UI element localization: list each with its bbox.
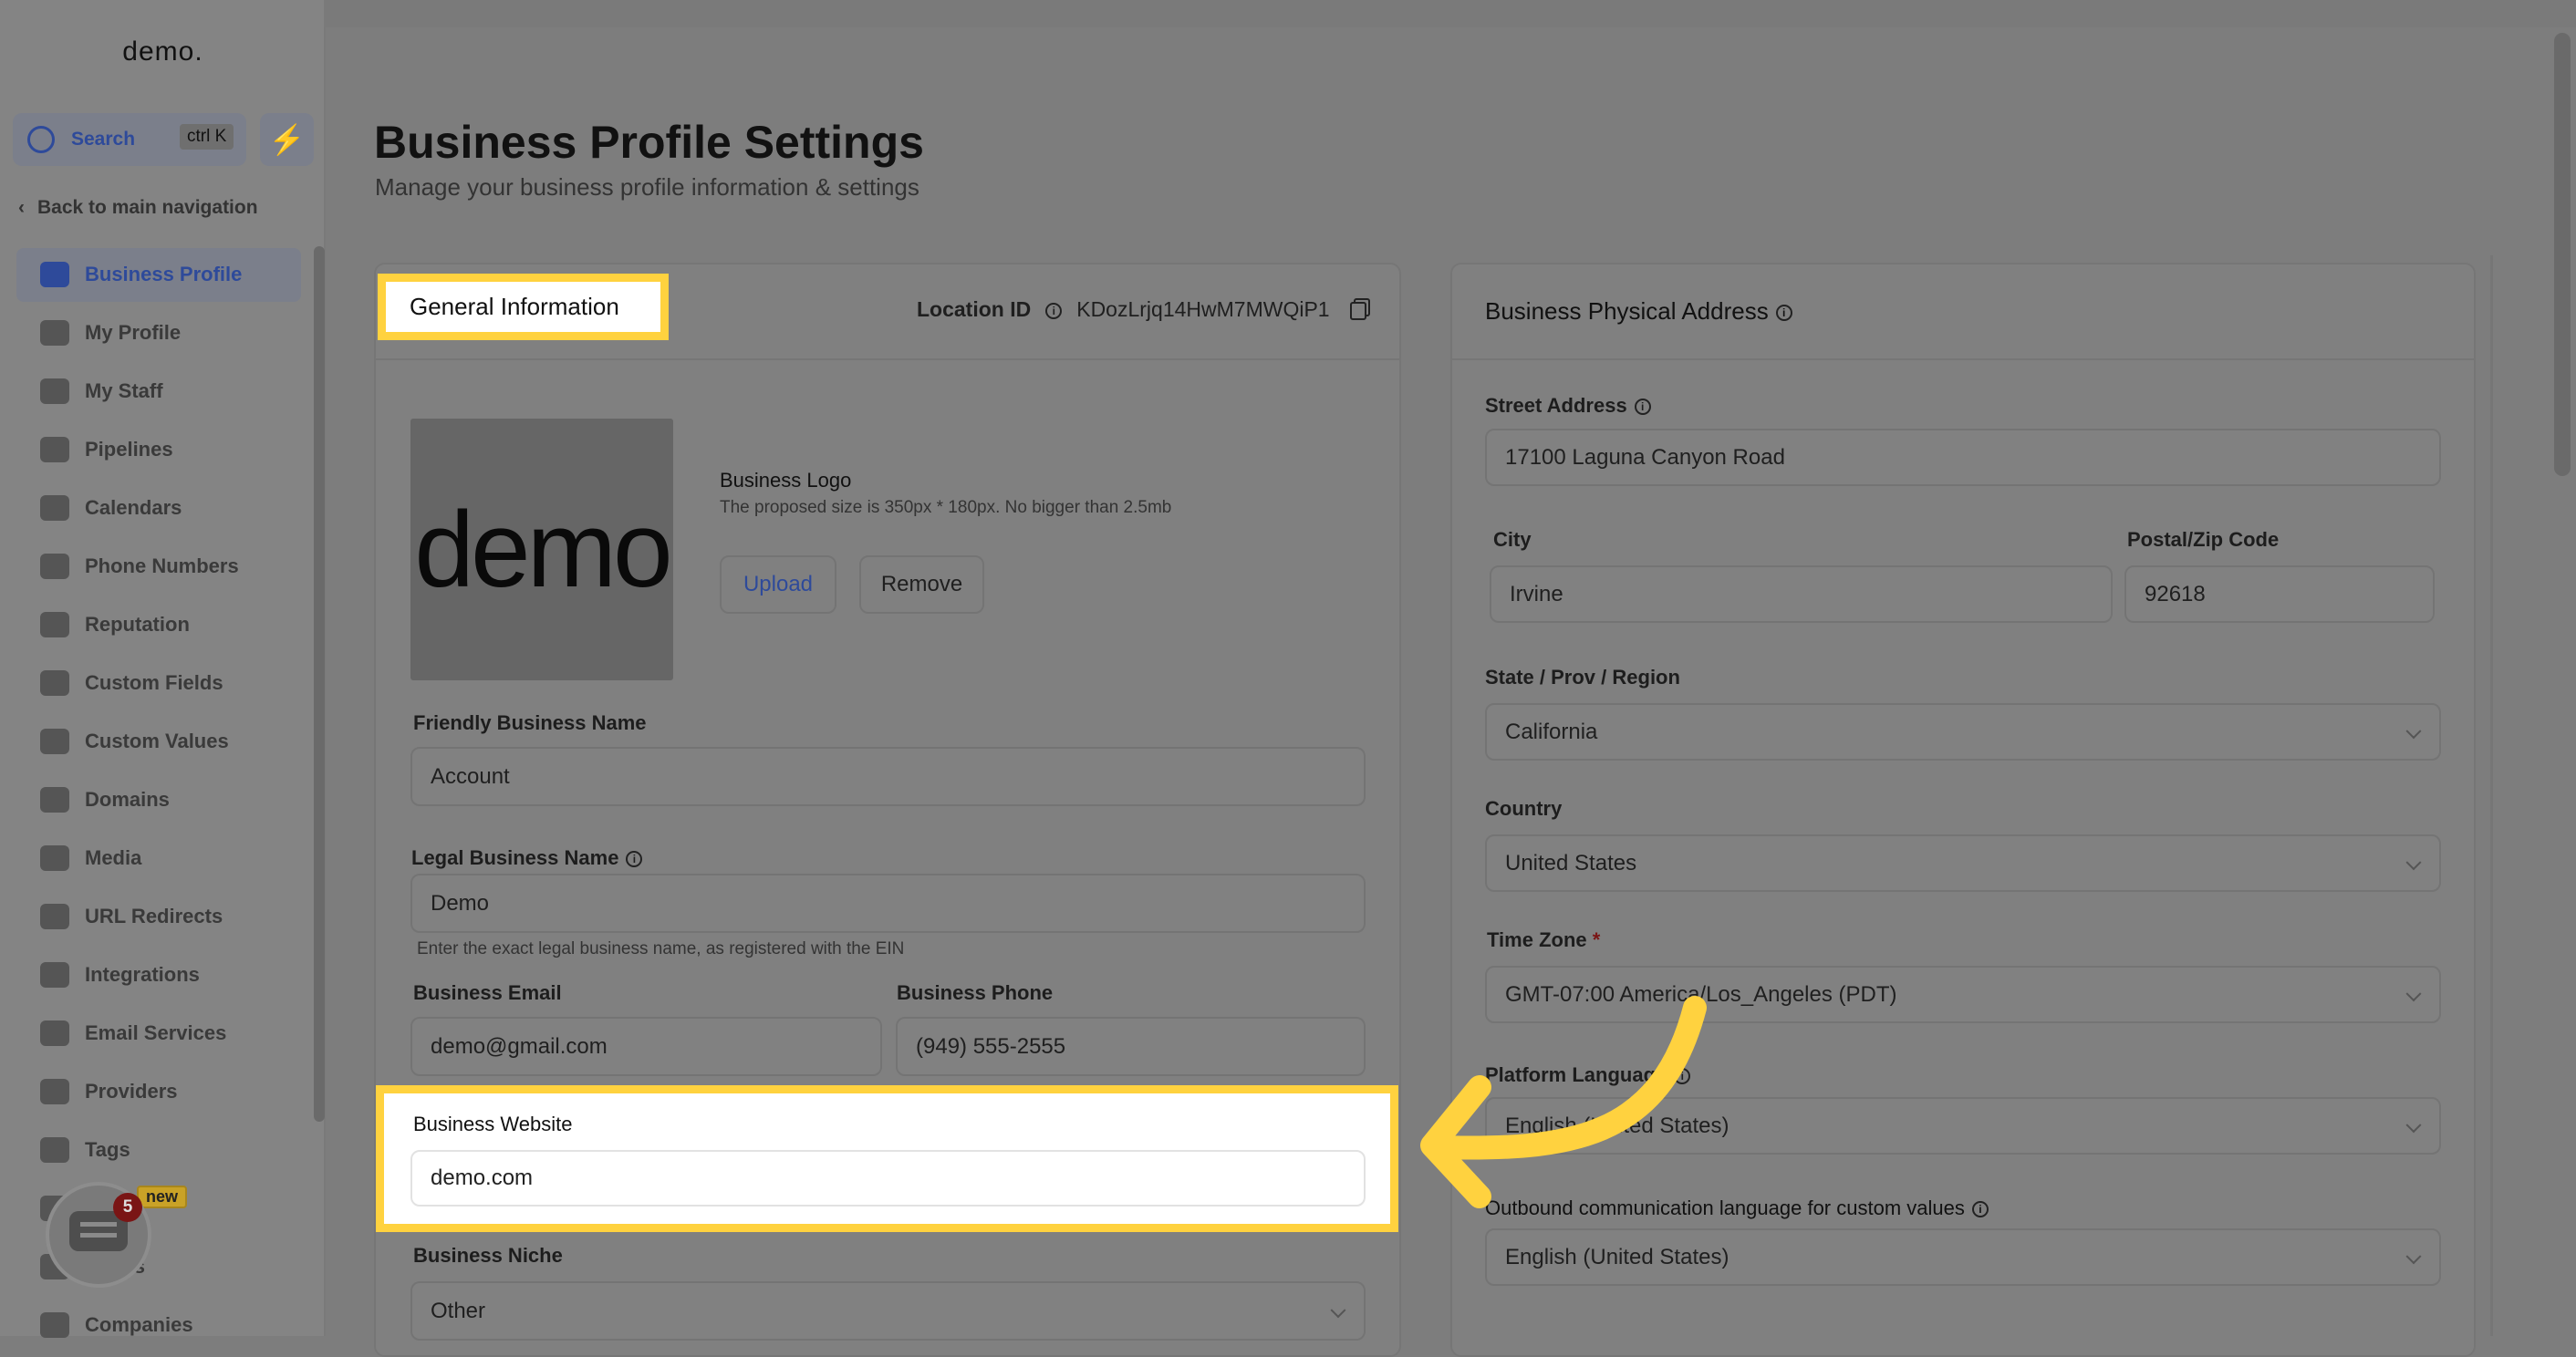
annotation-arrow [1420, 996, 1707, 1208]
